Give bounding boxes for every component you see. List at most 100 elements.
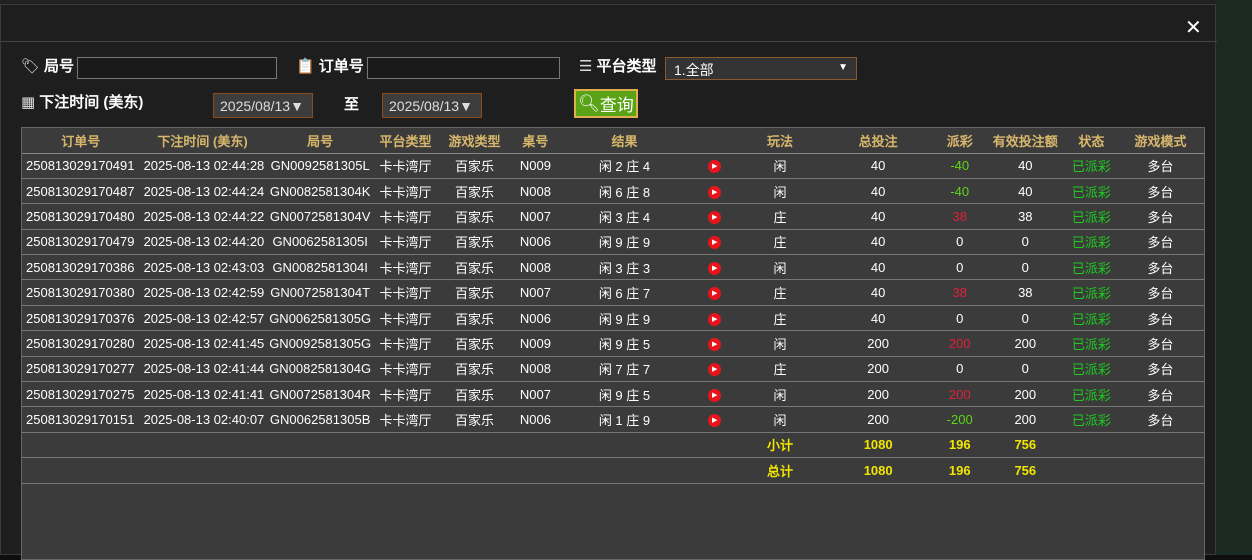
table-row[interactable]: 250813029170275 2025-08-13 02:41:41 GN0072… [22,381,1204,408]
valid-bet-cell: 38 [984,203,1066,230]
table-no-cell: N007 [512,381,558,408]
close-icon[interactable]: ✕ [1185,15,1202,40]
play-video-icon[interactable]: ▶ [708,287,722,301]
play-video-icon[interactable]: ▶ [708,337,722,351]
game-mode-cell: 多台 [1116,178,1204,205]
bet-table: 订单号 下注时间 (美东) 局号 平台类型 游戏类型 桌号 结果 玩法 总投注 派彩 有效投注额 状态… [21,127,1205,560]
replay-cell: ▶ [691,381,739,408]
table-row[interactable]: 250813029170277 2025-08-13 02:41:44 GN0082… [22,356,1204,383]
replay-cell: ▶ [691,178,739,205]
total-bet-cell: 40 [821,305,935,332]
table-no-cell: N009 [512,330,558,357]
order-label: 📋 订单号 [296,55,364,76]
bet-time-cell: 2025-08-13 02:41:41 [139,381,266,408]
bet-time-cell: 2025-08-13 02:44:22 [139,203,266,230]
platform-cell: 卡卡湾厅 [374,254,437,281]
play-video-icon[interactable]: ▶ [708,414,722,428]
status-cell: 已派彩 [1065,406,1117,433]
total-total-bet: 1080 [821,457,935,484]
platform-cell: 卡卡湾厅 [374,229,437,256]
total-bet-cell: 40 [821,254,935,281]
table-row[interactable]: 250813029170386 2025-08-13 02:43:03 GN0082… [22,254,1204,281]
table-row[interactable]: 250813029170280 2025-08-13 02:41:45 GN0092… [22,330,1204,357]
play-video-icon[interactable]: ▶ [708,312,722,326]
query-button-label: 查询 [599,96,634,115]
game-mode-cell: 多台 [1116,356,1204,383]
platform-cell: 卡卡湾厅 [374,178,437,205]
play-video-icon[interactable]: ▶ [708,185,722,199]
game-type-cell: 百家乐 [436,203,513,230]
total-bet-cell: 40 [821,229,935,256]
dropdown-arrow-icon: ▼ [459,98,473,114]
payout-cell: 0 [934,356,985,383]
replay-cell: ▶ [691,356,739,383]
column-header: 总投注 [821,128,935,154]
column-header: 派彩 [934,128,985,154]
total-bet-cell: 200 [821,356,935,383]
background-game-panel [1216,0,1252,555]
round-label-text: 局号 [44,58,75,75]
payout-cell: 200 [934,381,985,408]
play-video-icon[interactable]: ▶ [708,261,722,275]
table-row[interactable]: 250813029170380 2025-08-13 02:42:59 GN0072… [22,279,1204,306]
result-cell: 闲 3 庄 3 [557,254,692,281]
platform-label: ☰ 平台类型 [579,55,656,76]
game-type-cell: 百家乐 [436,305,513,332]
play-video-icon[interactable]: ▶ [708,236,722,250]
platform-select-value: 1.全部 [674,62,714,78]
order-id-cell: 250813029170491 [22,153,140,179]
order-input[interactable] [367,57,560,79]
table-no-cell: N007 [512,203,558,230]
table-no-cell: N006 [512,229,558,256]
empty-cell [557,432,692,459]
valid-bet-cell: 38 [984,279,1066,306]
table-row[interactable]: 250813029170479 2025-08-13 02:44:20 GN0062… [22,229,1204,256]
total-bet-cell: 200 [821,406,935,433]
column-header: 游戏模式 [1116,128,1204,154]
table-row[interactable]: 250813029170151 2025-08-13 02:40:07 GN0062… [22,406,1204,433]
status-cell: 已派彩 [1065,330,1117,357]
play-type-cell: 闲 [738,406,822,433]
status-cell: 已派彩 [1065,254,1117,281]
play-video-icon[interactable]: ▶ [708,211,722,224]
table-row[interactable]: 250813029170480 2025-08-13 02:44:22 GN0072… [22,203,1204,230]
column-header [691,128,739,154]
total-bet-cell: 40 [821,178,935,205]
empty-cell [1116,457,1204,484]
total-bet-cell: 200 [821,330,935,357]
game-mode-cell: 多台 [1116,153,1204,179]
game-type-cell: 百家乐 [436,153,513,179]
time-label: ▦ 下注时间 (美东) [21,91,143,112]
play-video-icon[interactable]: ▶ [708,160,722,174]
play-video-icon[interactable]: ▶ [708,388,722,402]
empty-cell [436,432,513,459]
empty-cell [265,432,375,459]
query-button[interactable]: 🔍︎ 查询 [574,89,638,118]
round-input[interactable] [77,57,277,79]
column-header: 下注时间 (美东) [139,128,266,154]
payout-cell: 0 [934,254,985,281]
total-row: 总计 1080 196 756 [22,457,1204,484]
empty-cell [1065,432,1117,459]
table-header-row: 订单号 下注时间 (美东) 局号 平台类型 游戏类型 桌号 结果 玩法 总投注 派彩 有效投注额 状态… [22,128,1204,154]
play-video-icon[interactable]: ▶ [708,363,722,377]
round-id-cell: GN0062581305G [265,305,375,332]
column-header: 游戏类型 [436,128,513,154]
table-no-cell: N009 [512,153,558,179]
date-from-picker[interactable]: 2025/08/13▼ [213,93,313,118]
date-to-value: 2025/08/13 [389,98,460,114]
table-no-cell: N006 [512,305,558,332]
table-row[interactable]: 250813029170487 2025-08-13 02:44:24 GN0082… [22,178,1204,205]
play-type-cell: 庄 [738,305,822,332]
payout-cell: 38 [934,279,985,306]
round-id-cell: GN0072581304R [265,381,375,408]
status-cell: 已派彩 [1065,279,1117,306]
platform-select[interactable]: 1.全部 ▼ [665,57,857,80]
round-id-cell: GN0082581304G [265,356,375,383]
table-row[interactable]: 250813029170376 2025-08-13 02:42:57 GN0062… [22,305,1204,332]
empty-cell [512,432,558,459]
total-bet-cell: 40 [821,153,935,179]
empty-cell [139,432,266,459]
table-row[interactable]: 250813029170491 2025-08-13 02:44:28 GN0092… [22,153,1204,179]
date-to-picker[interactable]: 2025/08/13▼ [382,93,482,118]
